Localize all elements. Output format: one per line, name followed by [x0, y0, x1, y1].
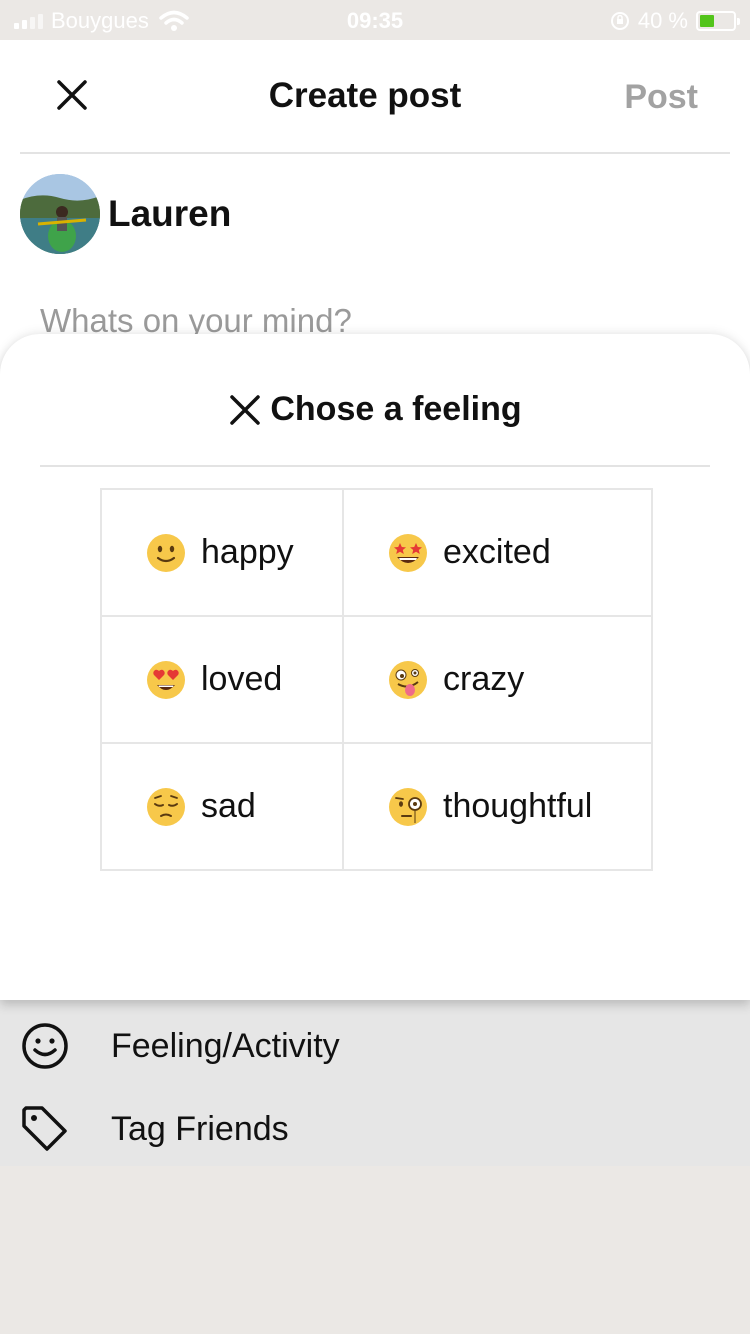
- feeling-option-crazy[interactable]: crazy: [342, 615, 653, 744]
- sheet-title: Chose a feeling: [270, 390, 522, 428]
- page-title: Create post: [268, 76, 462, 115]
- feeling-option-happy[interactable]: happy: [100, 488, 344, 617]
- close-icon[interactable]: [228, 393, 262, 427]
- tag-icon: [22, 1106, 67, 1151]
- battery-percent: 40 %: [637, 8, 688, 33]
- feeling-option-thoughtful[interactable]: thoughtful: [342, 742, 653, 871]
- monocle-face-icon: [389, 787, 427, 826]
- post-button[interactable]: Post: [624, 78, 698, 117]
- heart-eyes-face-icon: [147, 660, 185, 699]
- feeling-label: thoughtful: [443, 787, 593, 825]
- pensive-face-icon: [147, 787, 185, 826]
- feeling-label: loved: [201, 660, 283, 698]
- feeling-grid: happy excited loved crazy sad thoughtful: [100, 488, 653, 871]
- tag-friends-option[interactable]: Tag Friends: [20, 1104, 289, 1154]
- slightly-smiling-face-icon: [147, 533, 185, 572]
- feeling-label: excited: [443, 533, 551, 571]
- feeling-option-sad[interactable]: sad: [100, 742, 344, 871]
- sheet-title-row: Chose a feeling: [40, 390, 710, 429]
- star-struck-face-icon: [389, 533, 427, 572]
- option-label: Tag Friends: [111, 1109, 289, 1148]
- option-label: Feeling/Activity: [111, 1026, 340, 1065]
- feeling-activity-option[interactable]: Feeling/Activity: [20, 1021, 340, 1071]
- user-row: Lauren: [20, 174, 231, 254]
- sheet-header: Chose a feeling: [40, 334, 710, 467]
- avatar: [20, 174, 100, 254]
- post-options-area: Feeling/Activity Tag Friends: [0, 1000, 750, 1334]
- zany-face-icon: [389, 660, 427, 699]
- status-bar: Bouygues 09:35 40 %: [0, 0, 750, 40]
- feeling-label: sad: [201, 787, 256, 825]
- feeling-sheet: Chose a feeling happy excited loved craz…: [0, 334, 750, 1000]
- feeling-option-loved[interactable]: loved: [100, 615, 344, 744]
- feeling-label: crazy: [443, 660, 525, 698]
- status-right: 40 %: [610, 8, 740, 34]
- feeling-label: happy: [201, 533, 294, 571]
- orientation-lock-icon: [610, 12, 629, 30]
- header: Create post Post: [20, 40, 730, 154]
- battery-icon: [696, 11, 740, 31]
- avatar-photo: [20, 174, 100, 254]
- user-name: Lauren: [108, 193, 232, 234]
- feeling-option-excited[interactable]: excited: [342, 488, 653, 617]
- smiley-icon: [22, 1023, 68, 1069]
